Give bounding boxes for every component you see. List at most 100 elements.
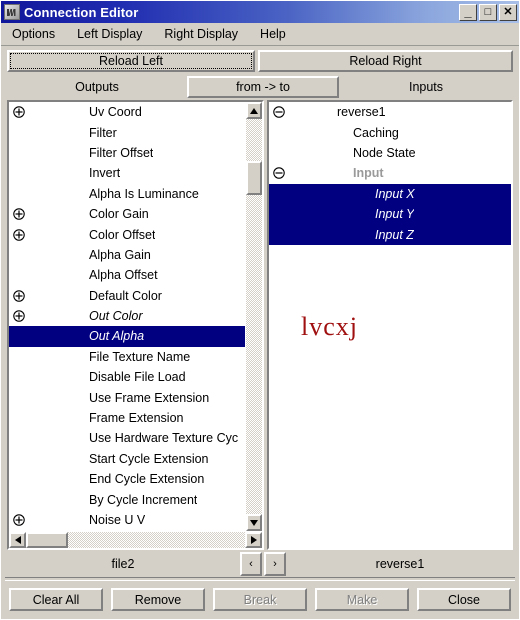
left-pane-body: Uv Coord Filter Filter Offset Invert Alpha I… bbox=[9, 102, 262, 531]
scroll-down-button[interactable] bbox=[246, 514, 262, 531]
arrow-right-icon bbox=[250, 536, 257, 544]
tree-row-label: Noise U V bbox=[89, 513, 146, 527]
left-hscroll-track[interactable] bbox=[26, 532, 245, 548]
reload-toolbar: Reload Left Reload Right bbox=[1, 46, 519, 74]
collapse-minus-icon[interactable] bbox=[271, 166, 287, 180]
tree-row-label: Alpha Is Luminance bbox=[89, 186, 199, 201]
tree-row-label: By Cycle Increment bbox=[89, 492, 198, 507]
reload-left-button[interactable]: Reload Left bbox=[7, 50, 255, 72]
tree-row-label: Node State bbox=[353, 145, 416, 160]
window-title: Connection Editor bbox=[24, 4, 139, 20]
expand-plus-icon[interactable] bbox=[11, 513, 27, 527]
tree-row[interactable]: Node State bbox=[269, 143, 511, 163]
tree-row[interactable]: Disable File Load bbox=[9, 367, 245, 387]
tree-row[interactable]: Alpha Is Luminance bbox=[9, 184, 245, 204]
menu-left-display[interactable]: Left Display bbox=[73, 25, 151, 43]
maya-m-icon bbox=[4, 4, 20, 20]
tree-row-label: Input bbox=[353, 166, 384, 181]
tree-row-label: Disable File Load bbox=[89, 370, 186, 385]
tree-row[interactable]: Use Hardware Texture Cyc bbox=[9, 428, 245, 448]
tree-row[interactable]: Uv Coord bbox=[9, 102, 245, 122]
menu-bar: Options Left Display Right Display Help bbox=[1, 23, 519, 46]
close-button[interactable]: ✕ bbox=[499, 3, 517, 21]
scroll-left-button[interactable] bbox=[9, 532, 26, 548]
tree-row-label: Use Frame Extension bbox=[89, 390, 210, 405]
footer-button-row: Clear All Remove Break Make Close bbox=[1, 581, 519, 619]
collapse-minus-icon[interactable] bbox=[271, 105, 287, 119]
tree-row-label: Frame Extension bbox=[89, 411, 184, 426]
tree-row[interactable]: Caching bbox=[269, 122, 511, 142]
tree-row-label: reverse1 bbox=[337, 105, 386, 120]
tab-outputs[interactable]: Outputs bbox=[7, 75, 187, 99]
nav-prev-button[interactable]: ‹ bbox=[240, 552, 262, 576]
from-to-button[interactable]: from -> to bbox=[187, 76, 339, 98]
tree-row-label: Color Gain bbox=[89, 207, 149, 222]
tree-row-label: Caching bbox=[353, 125, 399, 140]
minimize-icon: _ bbox=[464, 3, 472, 19]
window-controls: _ □ ✕ bbox=[459, 3, 517, 21]
tree-row-label: Out Color bbox=[89, 309, 143, 324]
maximize-icon: □ bbox=[484, 5, 492, 18]
tree-row[interactable]: End Cycle Extension bbox=[9, 469, 245, 489]
expand-plus-icon[interactable] bbox=[11, 207, 27, 221]
clear-all-button[interactable]: Clear All bbox=[9, 588, 103, 611]
tree-row[interactable]: Use Frame Extension bbox=[9, 387, 245, 407]
left-hscroll-thumb[interactable] bbox=[26, 532, 68, 548]
tree-row-label: Start Cycle Extension bbox=[89, 451, 209, 466]
tree-row[interactable]: Input X bbox=[269, 183, 511, 204]
arrow-down-icon bbox=[250, 519, 258, 526]
tree-row[interactable]: Out Alpha bbox=[9, 326, 245, 347]
expand-plus-icon[interactable] bbox=[11, 309, 27, 323]
tree-row[interactable]: reverse1 bbox=[269, 102, 511, 122]
tree-row[interactable]: Frame Extension bbox=[9, 408, 245, 428]
tree-row-label: Out Alpha bbox=[89, 329, 145, 344]
expand-plus-icon[interactable] bbox=[11, 105, 27, 119]
scroll-right-button[interactable] bbox=[245, 532, 262, 548]
left-vscroll-thumb[interactable] bbox=[246, 161, 262, 195]
scroll-up-button[interactable] bbox=[246, 102, 262, 119]
tree-row-label: Default Color bbox=[89, 288, 162, 303]
tree-row[interactable]: Alpha Gain bbox=[9, 245, 245, 265]
tree-row[interactable]: Color Gain bbox=[9, 204, 245, 224]
tree-row[interactable]: Alpha Offset bbox=[9, 265, 245, 285]
tree-row[interactable]: Filter Offset bbox=[9, 143, 245, 163]
tree-row[interactable]: Out Color bbox=[9, 306, 245, 326]
close-dialog-button[interactable]: Close bbox=[417, 588, 511, 611]
menu-right-display[interactable]: Right Display bbox=[160, 25, 247, 43]
right-attribute-tree[interactable]: lvcxj reverse1 Caching Node State Input Inpu… bbox=[269, 102, 511, 548]
tree-row[interactable]: Color Offset bbox=[9, 224, 245, 244]
remove-button[interactable]: Remove bbox=[111, 588, 205, 611]
tree-row[interactable]: Input bbox=[269, 163, 511, 183]
panes-container: Uv Coord Filter Filter Offset Invert Alpha I… bbox=[1, 100, 519, 550]
title-bar: Connection Editor _ □ ✕ bbox=[1, 1, 519, 23]
nav-next-button[interactable]: › bbox=[264, 552, 286, 576]
tree-row[interactable]: By Cycle Increment bbox=[9, 489, 245, 509]
menu-options[interactable]: Options bbox=[8, 25, 64, 43]
left-vertical-scrollbar[interactable] bbox=[245, 102, 262, 531]
tree-row[interactable]: Noise U V bbox=[9, 510, 245, 530]
tree-row[interactable]: Invert bbox=[9, 163, 245, 183]
break-button: Break bbox=[213, 588, 307, 611]
left-horizontal-scrollbar[interactable] bbox=[9, 531, 262, 548]
tree-row-label: Filter Offset bbox=[89, 145, 154, 160]
tree-row[interactable]: Input Y bbox=[269, 203, 511, 225]
left-vscroll-track[interactable] bbox=[246, 119, 262, 514]
reload-right-button[interactable]: Reload Right bbox=[258, 50, 513, 72]
maximize-button[interactable]: □ bbox=[479, 3, 497, 21]
tree-row[interactable]: Start Cycle Extension bbox=[9, 449, 245, 469]
menu-help[interactable]: Help bbox=[256, 25, 295, 43]
arrow-left-icon bbox=[14, 536, 21, 544]
tree-row-label: Invert bbox=[89, 166, 121, 181]
tree-row-label: End Cycle Extension bbox=[89, 472, 205, 487]
expand-plus-icon[interactable] bbox=[11, 228, 27, 242]
close-icon: ✕ bbox=[503, 5, 513, 18]
left-attribute-tree[interactable]: Uv Coord Filter Filter Offset Invert Alpha I… bbox=[9, 102, 245, 531]
tree-row[interactable]: Input Z bbox=[269, 224, 511, 245]
tree-row-label: Use Hardware Texture Cyc bbox=[89, 431, 239, 446]
minimize-button[interactable]: _ bbox=[459, 3, 477, 21]
tab-inputs[interactable]: Inputs bbox=[339, 75, 513, 99]
tree-row[interactable]: Default Color bbox=[9, 286, 245, 306]
expand-plus-icon[interactable] bbox=[11, 289, 27, 303]
tree-row[interactable]: Filter bbox=[9, 122, 245, 142]
tree-row[interactable]: File Texture Name bbox=[9, 347, 245, 367]
